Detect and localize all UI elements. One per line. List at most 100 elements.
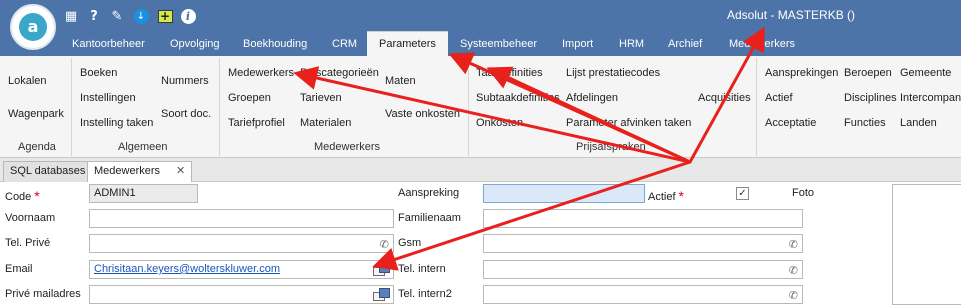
ribbon-nummers[interactable]: Nummers (161, 75, 209, 87)
ribbon-maten[interactable]: Maten (385, 75, 416, 87)
ribbon-acquisities[interactable]: Acquisities (698, 92, 751, 104)
photo-box[interactable] (892, 184, 961, 305)
app-logo[interactable]: a (10, 4, 56, 50)
group-medewerkers: Medewerkers (314, 141, 381, 153)
ribbon-separator (468, 58, 469, 156)
tel-intern2-label: Tel. intern2 (398, 288, 452, 300)
ribbon-lijst-prestatiecodes[interactable]: Lijst prestatiecodes (566, 67, 660, 79)
ribbon-materialen[interactable]: Materialen (300, 117, 351, 129)
doc-tab-label: Medewerkers (94, 165, 161, 177)
ribbon-taakdefinities[interactable]: Taakdefinities (476, 67, 543, 79)
ribbon-soort-doc[interactable]: Soort doc. (161, 108, 211, 120)
tab-archief[interactable]: Archief (668, 33, 702, 56)
tab-hrm[interactable]: HRM (619, 33, 644, 56)
doc-tab-sql-databases[interactable]: SQL databases (3, 161, 93, 182)
ribbon-gemeente[interactable]: Gemeente (900, 67, 951, 79)
ribbon-landen[interactable]: Landen (900, 117, 937, 129)
tab-kantoorbeheer[interactable]: Kantoorbeheer (72, 33, 145, 56)
ribbon-intercompany[interactable]: Intercompan (900, 92, 961, 104)
ribbon-parameter-afvinken-taken[interactable]: Parameter afvinken taken (566, 117, 691, 129)
tel-intern2-field[interactable]: ✆ (483, 285, 803, 304)
download-icon[interactable]: ↓ (132, 7, 150, 25)
ribbon-medewerkers[interactable]: Medewerkers (228, 67, 294, 79)
familienaam-label: Familienaam (398, 212, 461, 224)
aanspreking-dropdown[interactable] (483, 184, 645, 203)
calculator-icon[interactable]: ▦ (62, 7, 80, 25)
ribbon-prijscategorieen[interactable]: Prijscategorieën (300, 67, 379, 79)
tab-medewerkers[interactable]: Medewerkers (729, 33, 795, 56)
gsm-field[interactable]: ✆ (483, 234, 803, 253)
ribbon: Lokalen Wagenpark Agenda Boeken Instelli… (0, 56, 961, 158)
tab-boekhouding[interactable]: Boekhouding (243, 33, 307, 56)
ribbon-wagenpark[interactable]: Wagenpark (8, 108, 64, 120)
ribbon-functies[interactable]: Functies (844, 117, 886, 129)
ribbon-separator (219, 58, 220, 156)
download-glyph: ↓ (133, 8, 149, 24)
actief-label: Actief * (648, 187, 684, 204)
ribbon-lokalen[interactable]: Lokalen (8, 75, 47, 87)
doc-tab-medewerkers[interactable]: Medewerkers ✕ (87, 161, 193, 183)
tel-prive-label: Tel. Privé (5, 237, 51, 249)
phone-icon[interactable]: ✆ (789, 287, 798, 303)
ribbon-separator (756, 58, 757, 156)
email-link[interactable]: Chrisitaan.keyers@wolterskluwer.com (94, 263, 280, 275)
familienaam-field[interactable] (483, 209, 803, 228)
email-label: Email (5, 263, 33, 275)
ribbon-instelling-taken[interactable]: Instelling taken (80, 117, 153, 129)
prive-mailadres-field[interactable] (89, 285, 394, 304)
help-icon[interactable]: ? (85, 7, 103, 25)
actief-label-text: Actief (648, 191, 676, 203)
tools-icon[interactable]: ✎ (108, 7, 126, 25)
ribbon-actief[interactable]: Actief (765, 92, 793, 104)
required-marker: * (34, 188, 40, 204)
phone-icon[interactable]: ✆ (789, 236, 798, 252)
tab-crm[interactable]: CRM (332, 33, 357, 56)
tel-prive-field[interactable]: ✆ (89, 234, 394, 253)
close-icon[interactable]: ✕ (176, 165, 185, 177)
phone-icon[interactable]: ✆ (789, 262, 798, 278)
ribbon-boeken[interactable]: Boeken (80, 67, 117, 79)
window-title: Adsolut - MASTERKB () (727, 8, 856, 22)
send-mail-icon[interactable] (373, 288, 391, 302)
doc-tab-label: SQL databases (10, 165, 86, 177)
info-glyph: i (180, 8, 196, 24)
ribbon-disciplines[interactable]: Disciplines (844, 92, 897, 104)
tab-import[interactable]: Import (562, 33, 593, 56)
tab-opvolging[interactable]: Opvolging (170, 33, 220, 56)
info-icon[interactable]: i (179, 7, 197, 25)
code-field[interactable]: ADMIN1 (89, 184, 198, 203)
tab-parameters[interactable]: Parameters (367, 31, 448, 56)
tel-intern-field[interactable]: ✆ (483, 260, 803, 279)
adsolut-logo-icon: a (19, 13, 47, 41)
add-icon[interactable]: + (156, 7, 174, 25)
title-bar: a ▦ ? ✎ ↓ + i Adsolut - MASTERKB () Kant… (0, 0, 961, 56)
code-label-text: Code (5, 191, 32, 203)
foto-label: Foto (792, 187, 815, 199)
code-label: Code * (5, 187, 40, 204)
card-shape (379, 263, 390, 273)
gsm-label: Gsm (398, 237, 422, 249)
ribbon-afdelingen[interactable]: Afdelingen (566, 92, 618, 104)
ribbon-subtaakdefinities[interactable]: Subtaakdefinities (476, 92, 560, 104)
ribbon-aansprekingen[interactable]: Aansprekingen (765, 67, 838, 79)
document-tabs: SQL databases Medewerkers ✕ (0, 158, 961, 183)
voornaam-field[interactable] (89, 209, 394, 228)
ribbon-beroepen[interactable]: Beroepen (844, 67, 892, 79)
required-marker: * (678, 188, 684, 204)
send-mail-icon[interactable] (373, 263, 391, 277)
group-agenda: Agenda (18, 141, 56, 153)
tab-systeembeheer[interactable]: Systeembeheer (460, 33, 537, 56)
ribbon-acceptatie[interactable]: Acceptatie (765, 117, 816, 129)
email-field[interactable]: Chrisitaan.keyers@wolterskluwer.com (89, 260, 394, 279)
ribbon-tariefprofiel[interactable]: Tariefprofiel (228, 117, 285, 129)
ribbon-groepen[interactable]: Groepen (228, 92, 271, 104)
actief-checkbox[interactable]: ✓ (736, 187, 749, 200)
ribbon-onkosten[interactable]: Onkosten (476, 117, 523, 129)
card-shape (379, 288, 390, 298)
phone-icon[interactable]: ✆ (380, 236, 389, 252)
ribbon-vaste-onkosten[interactable]: Vaste onkosten (385, 108, 460, 120)
ribbon-tarieven[interactable]: Tarieven (300, 92, 342, 104)
ribbon-instellingen[interactable]: Instellingen (80, 92, 136, 104)
tel-intern-label: Tel. intern (398, 263, 446, 275)
add-glyph: + (157, 9, 173, 23)
